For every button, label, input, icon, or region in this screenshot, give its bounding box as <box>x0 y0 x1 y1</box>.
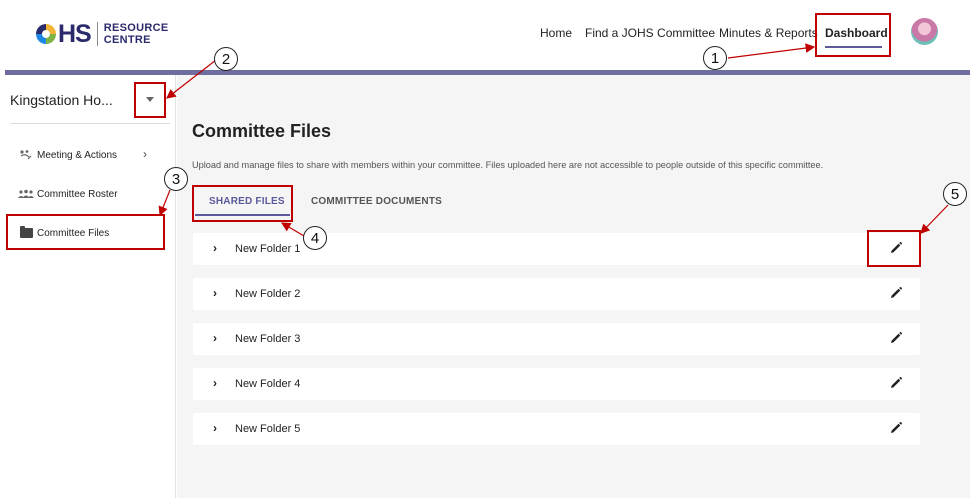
nav-find-committee[interactable]: Find a JOHS Committee <box>585 26 715 40</box>
annotation-box-edit <box>867 230 921 267</box>
edit-pencil-icon[interactable] <box>888 285 904 301</box>
folder-name: New Folder 3 <box>235 333 301 345</box>
chevron-right-icon[interactable]: › <box>143 147 147 161</box>
logo-separator <box>96 22 98 46</box>
logo-line2: CENTRE <box>103 34 151 46</box>
page-description: Upload and manage files to share with me… <box>192 160 824 170</box>
main-content: Committee Files Upload and manage files … <box>177 75 970 498</box>
meeting-icon <box>18 149 34 161</box>
chevron-right-icon[interactable]: › <box>213 286 217 300</box>
annotation-box-committee-files <box>6 214 165 250</box>
nav-home[interactable]: Home <box>540 26 572 40</box>
folder-name: New Folder 5 <box>235 423 301 435</box>
annotation-number-4: 4 <box>303 226 327 250</box>
sidebar-divider <box>10 123 170 124</box>
chevron-right-icon[interactable]: › <box>213 421 217 435</box>
logo-line1: RESOURCE <box>103 22 169 34</box>
annotation-number-1: 1 <box>703 46 727 70</box>
folder-row[interactable]: › New Folder 5 <box>193 413 920 445</box>
annotation-box-site-dropdown <box>134 82 166 118</box>
annotation-box-shared-files <box>192 185 293 222</box>
sidebar-item-label: Committee Roster <box>37 188 118 200</box>
avatar[interactable] <box>911 18 938 45</box>
nav-minutes-reports[interactable]: Minutes & Reports <box>719 26 818 40</box>
sidebar-item-label: Meeting & Actions <box>37 149 118 161</box>
folder-row[interactable]: › New Folder 3 <box>193 323 920 355</box>
annotation-box-dashboard <box>815 13 891 57</box>
logo-text: RESOURCE CENTRE <box>104 22 169 46</box>
tab-committee-documents[interactable]: COMMITTEE DOCUMENTS <box>311 196 442 207</box>
logo-brand: HS <box>58 19 92 48</box>
annotation-number-2: 2 <box>214 47 238 71</box>
folder-name: New Folder 2 <box>235 288 301 300</box>
sidebar-item-committee-roster[interactable]: Committee Roster <box>18 188 118 200</box>
edit-pencil-icon[interactable] <box>888 330 904 346</box>
chevron-right-icon[interactable]: › <box>213 331 217 345</box>
chevron-right-icon[interactable]: › <box>213 241 217 255</box>
sidebar-item-meeting-actions[interactable]: Meeting & Actions <box>18 149 117 161</box>
folder-row[interactable]: › New Folder 2 <box>193 278 920 310</box>
edit-pencil-icon[interactable] <box>888 420 904 436</box>
page-title: Committee Files <box>192 121 332 141</box>
logo-circle-icon <box>36 24 56 44</box>
sidebar: Kingstation Ho... Meeting & Actions › Co… <box>0 75 176 498</box>
folder-name: New Folder 4 <box>235 378 301 390</box>
edit-pencil-icon[interactable] <box>888 375 904 391</box>
folder-name: New Folder 1 <box>235 243 301 255</box>
chevron-right-icon[interactable]: › <box>213 376 217 390</box>
app-screen: HS RESOURCE CENTRE Home Find a JOHS Comm… <box>0 0 974 498</box>
annotation-number-3: 3 <box>164 167 188 191</box>
annotation-number-5: 5 <box>943 182 967 206</box>
logo[interactable]: HS RESOURCE CENTRE <box>36 18 168 50</box>
folder-row[interactable]: › New Folder 4 <box>193 368 920 400</box>
site-name: Kingstation Ho... <box>10 92 113 108</box>
people-icon <box>18 188 34 200</box>
